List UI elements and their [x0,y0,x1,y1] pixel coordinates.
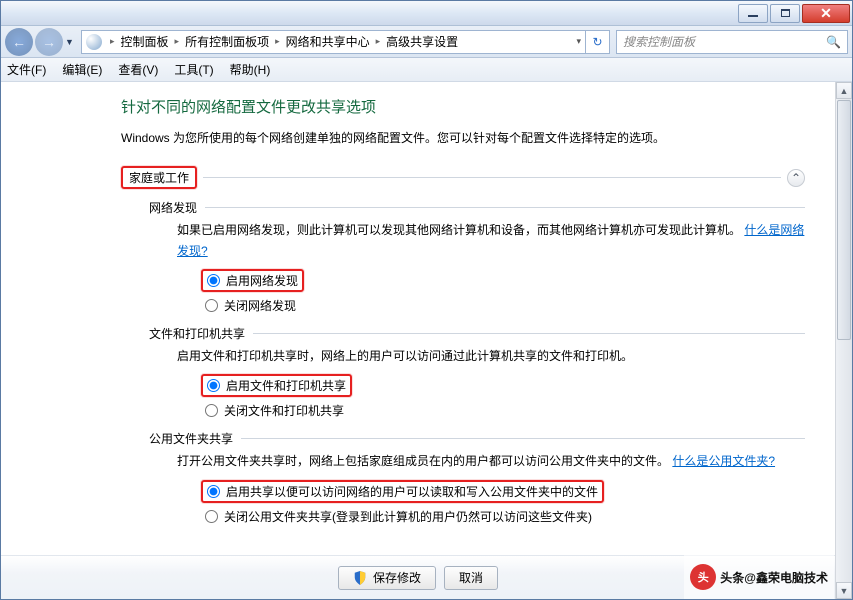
control-panel-icon [86,34,102,50]
minimize-button[interactable] [738,4,768,23]
maximize-button[interactable] [770,4,800,23]
menu-view[interactable]: 查看(V) [118,61,158,78]
content-area: 针对不同的网络配置文件更改共享选项 Windows 为您所使用的每个网络创建单独… [1,82,835,599]
crumb-advanced-sharing[interactable]: 高级共享设置 [384,31,460,52]
search-placeholder: 搜索控制面板 [623,33,695,50]
maximize-icon [781,9,790,17]
breadcrumb[interactable]: ▸ 控制面板 ▸ 所有控制面板项 ▸ 网络和共享中心 ▸ 高级共享设置 ▾ [81,30,586,54]
section-network-discovery: 网络发现 [149,199,805,216]
search-icon: 🔍 [826,35,841,49]
menu-tools[interactable]: 工具(T) [174,61,213,78]
fp-enable-radio[interactable] [207,379,220,392]
save-button[interactable]: 保存修改 [338,566,436,590]
profile-header: 家庭或工作 ⌃ [121,166,805,189]
scroll-thumb[interactable] [837,100,851,340]
section-file-printer: 文件和打印机共享 [149,325,805,342]
vertical-scrollbar[interactable]: ▲ ▼ [835,82,852,599]
page-title: 针对不同的网络配置文件更改共享选项 [121,96,805,117]
menu-edit[interactable]: 编辑(E) [62,61,102,78]
page-description: Windows 为您所使用的每个网络创建单独的网络配置文件。您可以针对每个配置文… [121,129,805,148]
crumb-network-center[interactable]: 网络和共享中心 [284,31,372,52]
watermark-logo-icon: 头 [690,564,716,590]
chevron-right-icon: ▸ [110,36,115,47]
address-bar: ← → ▼ ▸ 控制面板 ▸ 所有控制面板项 ▸ 网络和共享中心 ▸ 高级共享设… [1,26,852,58]
nd-description: 如果已启用网络发现，则此计算机可以发现其他网络计算机和设备，而其他网络计算机亦可… [177,220,805,261]
cancel-button[interactable]: 取消 [444,566,498,590]
chevron-right-icon: ▸ [175,36,180,47]
pf-help-link[interactable]: 什么是公用文件夹? [672,454,775,468]
titlebar: ✕ [1,1,852,26]
shield-icon [353,571,367,585]
pf-enable-radio[interactable] [207,485,220,498]
menu-file[interactable]: 文件(F) [7,61,46,78]
nav-back-button[interactable]: ← [5,28,33,56]
nd-disable-row[interactable]: 关闭网络发现 [201,296,805,315]
refresh-button[interactable]: ↻ [586,30,610,54]
chevron-right-icon: ▸ [376,36,381,47]
crumb-control-panel[interactable]: 控制面板 [119,31,171,52]
section-public-folder: 公用文件夹共享 [149,430,805,447]
menu-help[interactable]: 帮助(H) [230,61,271,78]
close-button[interactable]: ✕ [802,4,850,23]
nd-enable-radio[interactable] [207,274,220,287]
collapse-button[interactable]: ⌃ [787,169,805,187]
fp-description: 启用文件和打印机共享时，网络上的用户可以访问通过此计算机共享的文件和打印机。 [177,346,805,366]
search-input[interactable]: 搜索控制面板 🔍 [616,30,848,54]
fp-disable-row[interactable]: 关闭文件和打印机共享 [201,401,805,420]
menu-bar: 文件(F) 编辑(E) 查看(V) 工具(T) 帮助(H) [1,58,852,82]
crumb-all-items[interactable]: 所有控制面板项 [183,31,271,52]
chevron-right-icon: ▸ [275,36,280,47]
nav-forward-button[interactable]: → [35,28,63,56]
profile-name: 家庭或工作 [121,166,197,189]
pf-disable-radio[interactable] [205,510,218,523]
nav-history-dropdown[interactable]: ▼ [65,37,77,47]
fp-enable-row[interactable]: 启用文件和打印机共享 [201,374,352,397]
nd-disable-radio[interactable] [205,299,218,312]
close-icon: ✕ [820,6,832,20]
pf-enable-row[interactable]: 启用共享以便可以访问网络的用户可以读取和写入公用文件夹中的文件 [201,480,604,503]
scroll-up-button[interactable]: ▲ [836,82,852,99]
scroll-down-button[interactable]: ▼ [836,582,852,599]
minimize-icon [748,15,758,17]
pf-description: 打开公用文件夹共享时，网络上包括家庭组成员在内的用户都可以访问公用文件夹中的文件… [177,451,805,471]
window: ✕ ← → ▼ ▸ 控制面板 ▸ 所有控制面板项 ▸ 网络和共享中心 ▸ 高级共… [0,0,853,600]
watermark: 头 头条@鑫荣电脑技术 [684,555,834,599]
chevron-down-icon[interactable]: ▾ [576,36,581,47]
nd-enable-row[interactable]: 启用网络发现 [201,269,304,292]
chevron-up-icon: ⌃ [791,171,801,185]
pf-disable-row[interactable]: 关闭公用文件夹共享(登录到此计算机的用户仍然可以访问这些文件夹) [201,507,805,526]
fp-disable-radio[interactable] [205,404,218,417]
